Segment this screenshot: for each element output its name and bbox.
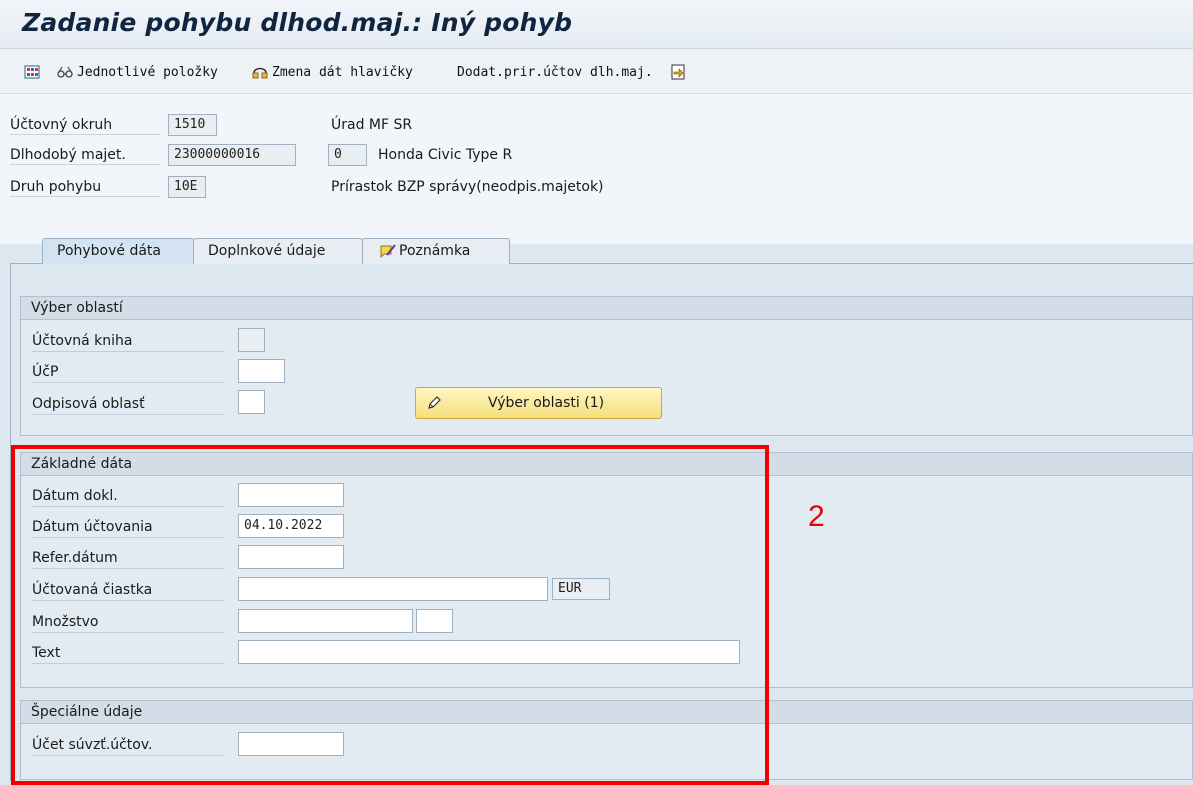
dep-area-label: Odpisová oblasť	[32, 396, 224, 415]
trans-type-label: Druh pohybu	[10, 179, 160, 197]
area-selection-button-label: Výber oblasti (1)	[488, 395, 605, 411]
asset-subnumber-field: 0	[328, 144, 367, 166]
ledger-label: Účtovná kniha	[32, 333, 224, 352]
single-items-button[interactable]: Jednotlivé položky	[57, 61, 218, 83]
structure-icon-button[interactable]	[24, 61, 40, 83]
tab-note-label: Poznámka	[399, 243, 471, 259]
tab-additional-data[interactable]: Doplnkové údaje	[193, 238, 363, 264]
area-selection-title: Výber oblastí	[21, 297, 1192, 320]
single-items-label: Jednotlivé položky	[77, 64, 218, 80]
asset-number-field: 23000000016	[168, 144, 296, 166]
change-header-button[interactable]: Zmena dát hlavičky	[252, 61, 413, 83]
company-code-field: 1510	[168, 114, 217, 136]
highlight-box	[11, 445, 769, 785]
dep-area-field[interactable]	[238, 390, 265, 414]
area-selection-button[interactable]: Výber oblasti (1)	[415, 387, 662, 419]
company-code-label: Účtovný okruh	[10, 117, 160, 135]
structure-icon	[24, 65, 40, 79]
title-bar: Zadanie pohybu dlhod.maj.: Iný pohyb	[0, 0, 1193, 49]
trans-type-desc: Prírastok BZP správy(neodpis.majetok)	[331, 179, 604, 195]
ucp-label: ÚčP	[32, 364, 224, 383]
company-code-desc: Úrad MF SR	[331, 117, 413, 133]
supplement-label: Dodat.prir.účtov dlh.maj.	[457, 64, 653, 80]
export-button[interactable]	[670, 61, 686, 83]
document-arrow-icon	[671, 64, 685, 80]
change-header-label: Zmena dát hlavičky	[272, 64, 413, 80]
trans-type-field: 10E	[168, 176, 206, 198]
tab-additional-data-label: Doplnkové údaje	[208, 243, 326, 259]
supplement-button[interactable]: Dodat.prir.účtov dlh.maj.	[457, 61, 653, 83]
window-title: Zadanie pohybu dlhod.maj.: Iný pohyb	[22, 8, 573, 37]
tab-movement-data[interactable]: Pohybové dáta	[42, 238, 194, 264]
application-toolbar: Jednotlivé položky Zmena dát hlavičky Do…	[0, 49, 1193, 94]
tab-movement-data-label: Pohybové dáta	[57, 243, 162, 259]
pencil-icon	[428, 396, 441, 409]
note-icon	[380, 244, 396, 259]
tab-note[interactable]: Poznámka	[362, 238, 510, 264]
asset-desc: Honda Civic Type R	[378, 147, 513, 163]
annotation-number: 2	[808, 500, 825, 533]
ucp-field[interactable]	[238, 359, 285, 383]
header-change-icon	[252, 67, 268, 79]
asset-label: Dlhodobý majet.	[10, 147, 160, 165]
ledger-field	[238, 328, 265, 352]
glasses-icon	[57, 66, 73, 78]
